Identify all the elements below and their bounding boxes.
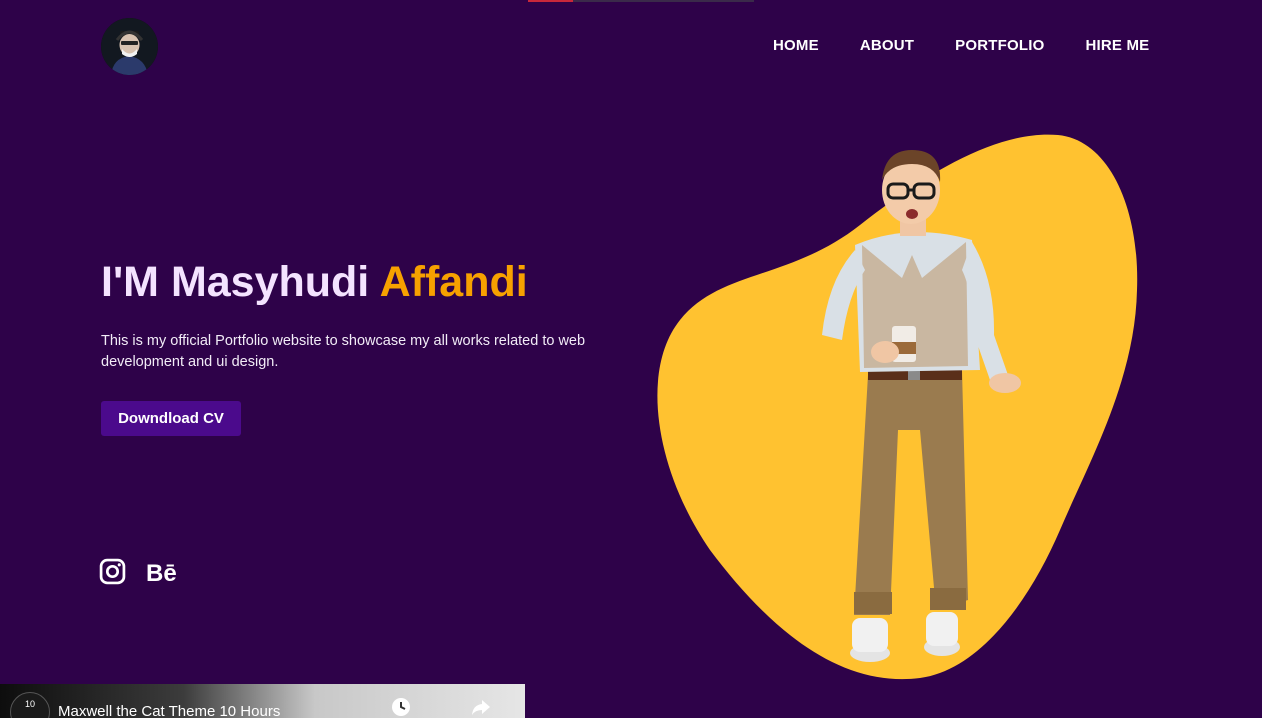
hero-title: I'M Masyhudi Affandi <box>101 258 528 307</box>
main-nav: HOME ABOUT PORTFOLIO HIRE ME <box>773 37 1149 54</box>
download-cv-button[interactable]: Downdload CV <box>101 401 241 436</box>
hero-illustration <box>657 134 1138 680</box>
video-title[interactable]: Maxwell the Cat Theme 10 Hours <box>58 703 280 718</box>
hero-title-name: I'M Masyhudi <box>101 258 380 306</box>
channel-avatar[interactable]: 10 <box>10 692 50 718</box>
nav-hire-me[interactable]: HIRE ME <box>1085 37 1149 54</box>
share-icon[interactable] <box>470 696 492 718</box>
hero-title-accent: Affandi <box>379 258 528 306</box>
hero-description: This is my official Portfolio website to… <box>101 333 586 370</box>
avatar-illustration <box>101 18 158 75</box>
logo-avatar[interactable] <box>101 18 158 75</box>
top-loading-bar <box>528 0 754 2</box>
nav-home[interactable]: HOME <box>773 37 819 54</box>
social-links: Bē <box>99 558 177 590</box>
instagram-icon[interactable] <box>99 558 126 590</box>
video-preview-bar[interactable]: 10 Maxwell the Cat Theme 10 Hours <box>0 684 525 718</box>
watch-later-icon[interactable] <box>390 696 412 718</box>
nav-portfolio[interactable]: PORTFOLIO <box>955 37 1044 54</box>
nav-about[interactable]: ABOUT <box>860 37 914 54</box>
behance-icon[interactable]: Bē <box>146 562 177 586</box>
